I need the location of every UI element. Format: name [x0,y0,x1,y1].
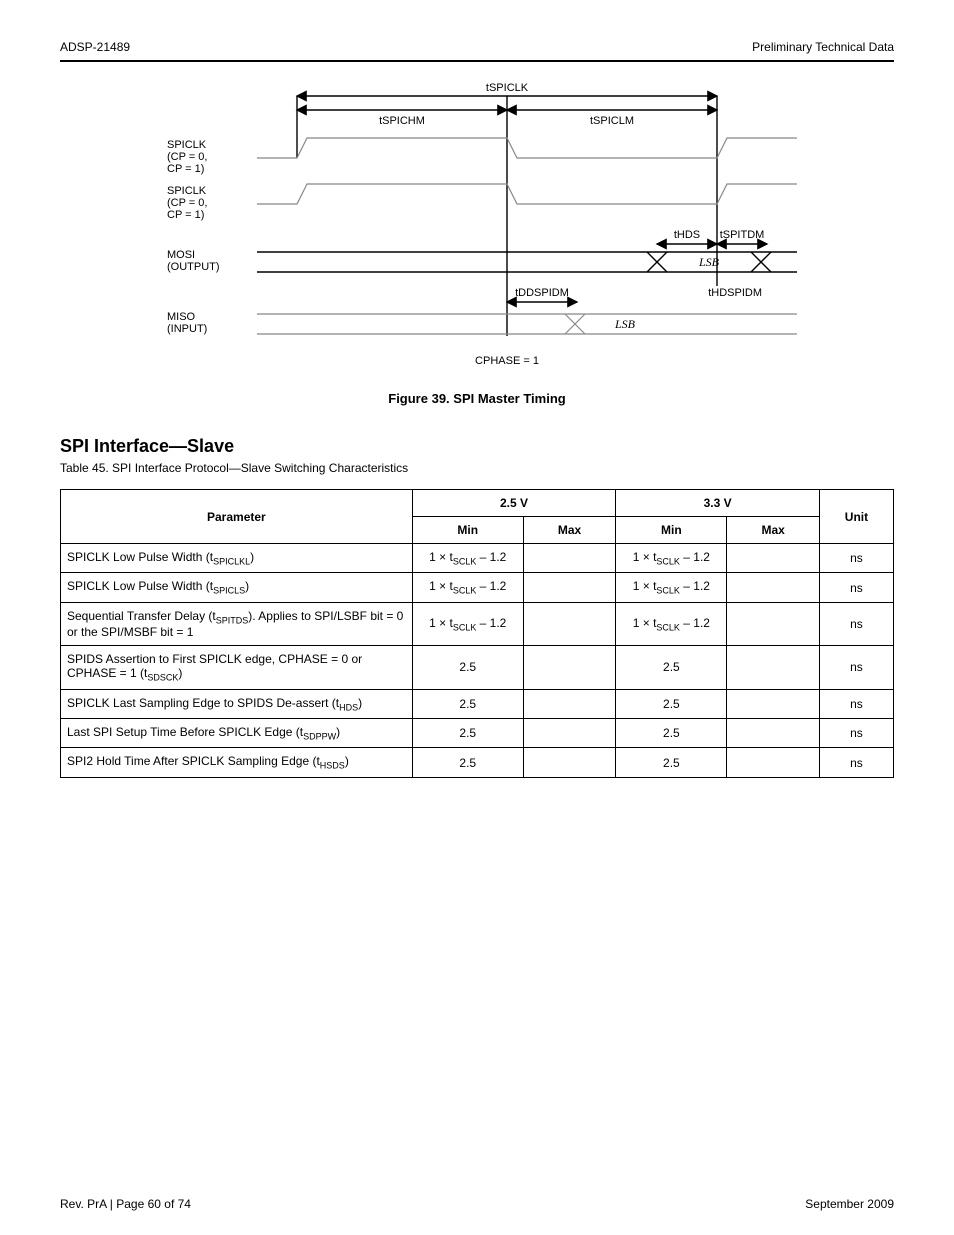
miso-lsb: LSB [614,317,636,331]
cell-unit: ns [819,689,893,718]
cell-min25: 1 × tSCLK – 1.2 [412,544,523,573]
cell-min33: 2.5 [616,748,727,777]
cell-max33 [727,544,820,573]
cell-min25: 2.5 [412,748,523,777]
cell-unit: ns [819,544,893,573]
lbl-spiclk-2a: SPICLK [167,185,207,197]
cell-min33: 2.5 [616,646,727,689]
cell-unit: ns [819,602,893,645]
lbl-thdspidm: tHDSPIDM [708,287,762,299]
cell-max25 [523,718,616,747]
cell-max33 [727,573,820,602]
cell-max33 [727,718,820,747]
col-max-25: Max [523,517,616,544]
lbl-mosi-b: (OUTPUT) [167,261,220,273]
cell-max25 [523,646,616,689]
cell-desc: SPIDS Assertion to First SPICLK edge, CP… [61,646,413,689]
col-volt-33: 3.3 V [616,490,820,517]
footer-revision: Rev. PrA | Page 60 of 74 [60,1197,191,1211]
col-volt-25: 2.5 V [412,490,616,517]
cell-min33: 1 × tSCLK – 1.2 [616,602,727,645]
cell-unit: ns [819,646,893,689]
lbl-spiclk-2b: (CP = 0, [167,197,207,209]
col-parameter: Parameter [61,490,413,544]
cell-max25 [523,544,616,573]
cell-max33 [727,748,820,777]
col-min-33: Min [616,517,727,544]
table-row: SPICLK Low Pulse Width (tSPICLS)1 × tSCL… [61,573,894,602]
table-row: Last SPI Setup Time Before SPICLK Edge (… [61,718,894,747]
cell-max33 [727,689,820,718]
cell-desc: SPICLK Last Sampling Edge to SPIDS De-as… [61,689,413,718]
page-root: ADSP-21489 Preliminary Technical Data tS… [0,0,954,1235]
lbl-spiclk-2c: CP = 1) [167,209,204,221]
cell-max25 [523,602,616,645]
table-row: SPIDS Assertion to First SPICLK edge, CP… [61,646,894,689]
header-left: ADSP-21489 [60,40,130,54]
table-subtitle: Table 45. SPI Interface Protocol—Slave S… [60,461,894,475]
cell-unit: ns [819,748,893,777]
col-min-25: Min [412,517,523,544]
cell-desc: SPI2 Hold Time After SPICLK Sampling Edg… [61,748,413,777]
col-max-33: Max [727,517,820,544]
cell-min33: 1 × tSCLK – 1.2 [616,544,727,573]
cell-desc: Sequential Transfer Delay (tSPITDS). App… [61,602,413,645]
lbl-miso-a: MISO [167,311,196,323]
table-header-row-1: Parameter 2.5 V 3.3 V Unit [61,490,894,517]
spec-table: Parameter 2.5 V 3.3 V Unit Min Max Min M… [60,489,894,778]
lbl-spiclk-1a: SPICLK [167,139,207,151]
lbl-spiclk-1b: (CP = 0, [167,151,207,163]
lbl-tddspidm: tDDSPIDM [515,287,569,299]
table-row: SPI2 Hold Time After SPICLK Sampling Edg… [61,748,894,777]
lbl-tspiclm: tSPICLM [590,115,634,127]
cell-max25 [523,689,616,718]
cell-max25 [523,573,616,602]
cell-desc: SPICLK Low Pulse Width (tSPICLKL) [61,544,413,573]
table-row: SPICLK Last Sampling Edge to SPIDS De-as… [61,689,894,718]
figure-caption: Figure 39. SPI Master Timing [60,391,894,406]
cell-max33 [727,646,820,689]
lbl-mosi-a: MOSI [167,249,195,261]
cell-min33: 2.5 [616,689,727,718]
cell-min33: 2.5 [616,718,727,747]
timing-diagram: tSPICLK tSPICHM tSPICLM SPICLK (CP = 0, … [157,76,797,381]
cell-max33 [727,602,820,645]
lbl-tspiclk: tSPICLK [486,82,529,94]
cell-desc: SPICLK Low Pulse Width (tSPICLS) [61,573,413,602]
cell-desc: Last SPI Setup Time Before SPICLK Edge (… [61,718,413,747]
header-right: Preliminary Technical Data [752,40,894,54]
table-row: Sequential Transfer Delay (tSPITDS). App… [61,602,894,645]
col-unit: Unit [819,490,893,544]
cell-min33: 1 × tSCLK – 1.2 [616,573,727,602]
lbl-thds: tHDS [674,229,700,241]
lbl-spiclk-1c: CP = 1) [167,163,204,175]
cell-unit: ns [819,718,893,747]
lbl-tspichm: tSPICHM [379,115,425,127]
cell-min25: 1 × tSCLK – 1.2 [412,602,523,645]
page-header: ADSP-21489 Preliminary Technical Data [60,40,894,54]
cell-min25: 1 × tSCLK – 1.2 [412,573,523,602]
cell-unit: ns [819,573,893,602]
lbl-tspitdm: tSPITDM [720,229,765,241]
table-row: SPICLK Low Pulse Width (tSPICLKL)1 × tSC… [61,544,894,573]
cell-min25: 2.5 [412,718,523,747]
mosi-lsb: LSB [698,255,720,269]
cell-max25 [523,748,616,777]
cell-min25: 2.5 [412,689,523,718]
lbl-miso-b: (INPUT) [167,323,207,335]
table-title: SPI Interface—Slave [60,436,894,457]
cell-min25: 2.5 [412,646,523,689]
header-rule [60,60,894,62]
footer-date: September 2009 [805,1197,894,1211]
lbl-cphase: CPHASE = 1 [475,355,539,367]
spec-table-body: SPICLK Low Pulse Width (tSPICLKL)1 × tSC… [61,544,894,778]
